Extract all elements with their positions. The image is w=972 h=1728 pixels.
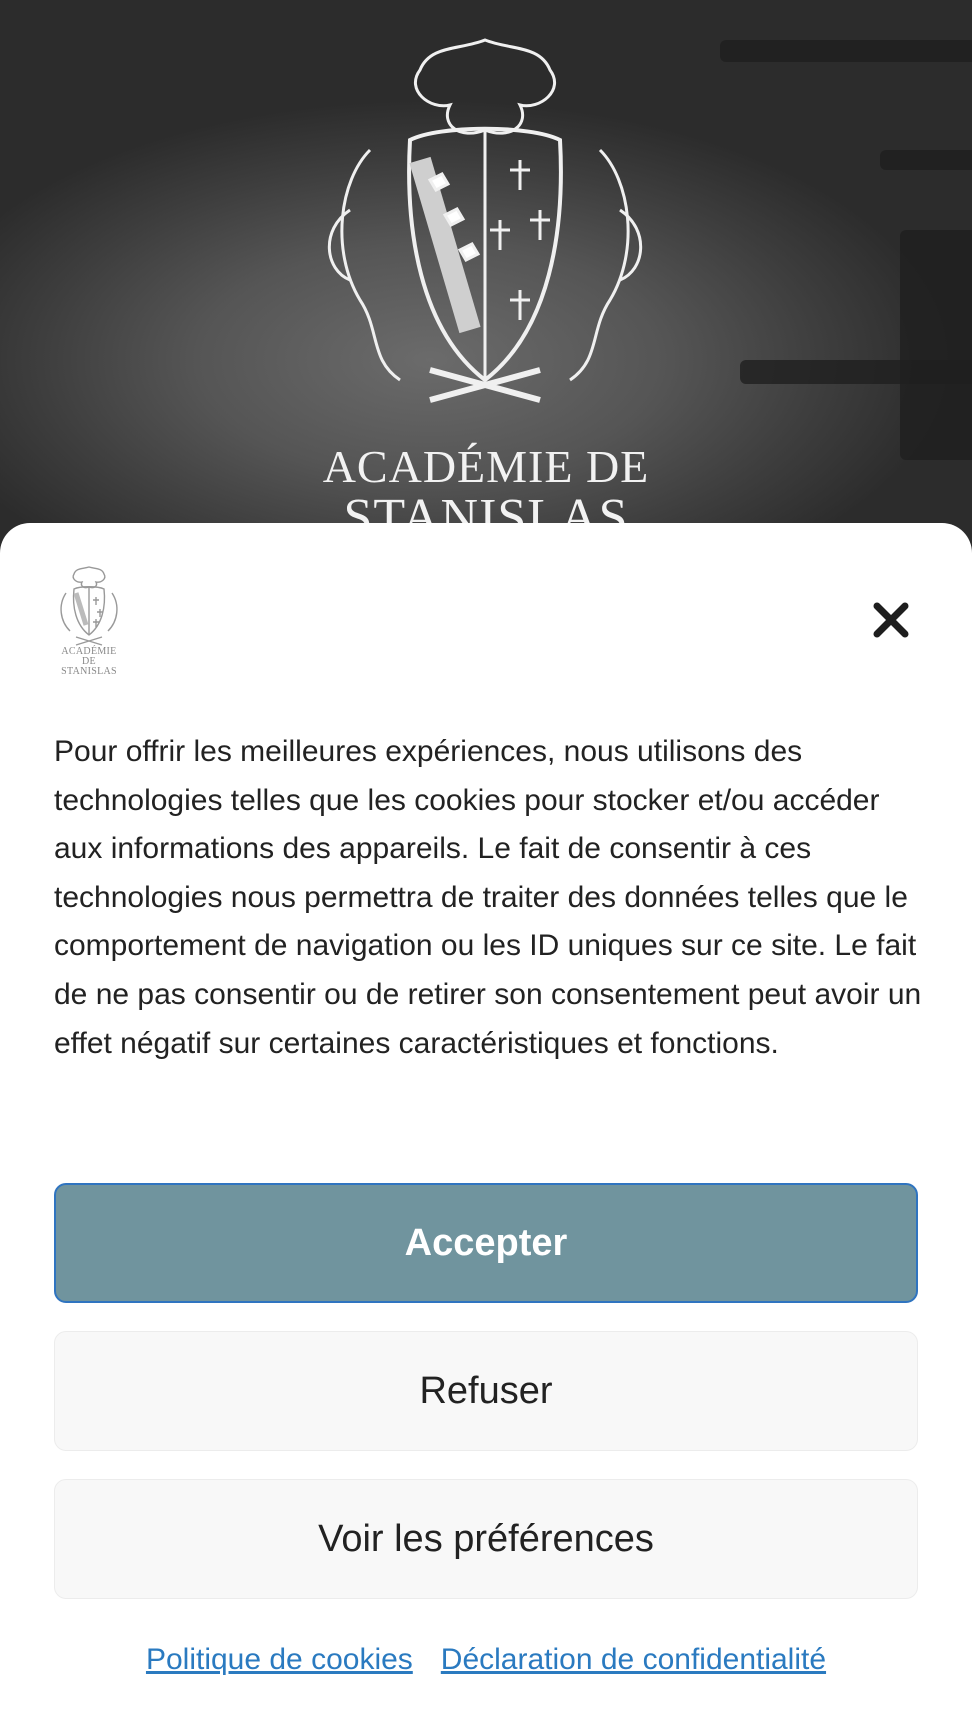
close-icon (873, 602, 909, 638)
chair-back-decor (740, 360, 972, 384)
logo-text-line1: ACADÉMIE DE (61, 646, 117, 667)
hero-title-line1: ACADÉMIE DE (322, 441, 650, 492)
view-preferences-button[interactable]: Voir les préférences (54, 1479, 918, 1599)
academie-crest-icon (327, 38, 643, 403)
chair-back-decor (880, 150, 972, 170)
cookie-policy-link[interactable]: Politique de cookies (146, 1643, 413, 1677)
logo-text-line2: STANISLAS (61, 666, 117, 677)
privacy-statement-link[interactable]: Déclaration de confidentialité (441, 1643, 826, 1677)
chair-back-decor (720, 40, 972, 62)
cookie-consent-sheet: ACADÉMIE DE STANISLAS Pour offrir les me… (0, 523, 972, 1728)
site-logo: ACADÉMIE DE STANISLAS (54, 563, 124, 677)
academie-crest-icon (60, 566, 118, 646)
legal-links: Politique de cookies Déclaration de conf… (0, 1643, 972, 1677)
hero-background: ACADÉMIE DE STANISLAS (0, 0, 972, 560)
refuse-button[interactable]: Refuser (54, 1331, 918, 1451)
accept-button[interactable]: Accepter (54, 1183, 918, 1303)
consent-message: Pour offrir les meilleures expériences, … (54, 735, 922, 1060)
chair-side-decor (900, 230, 972, 460)
close-button[interactable] (866, 595, 916, 645)
